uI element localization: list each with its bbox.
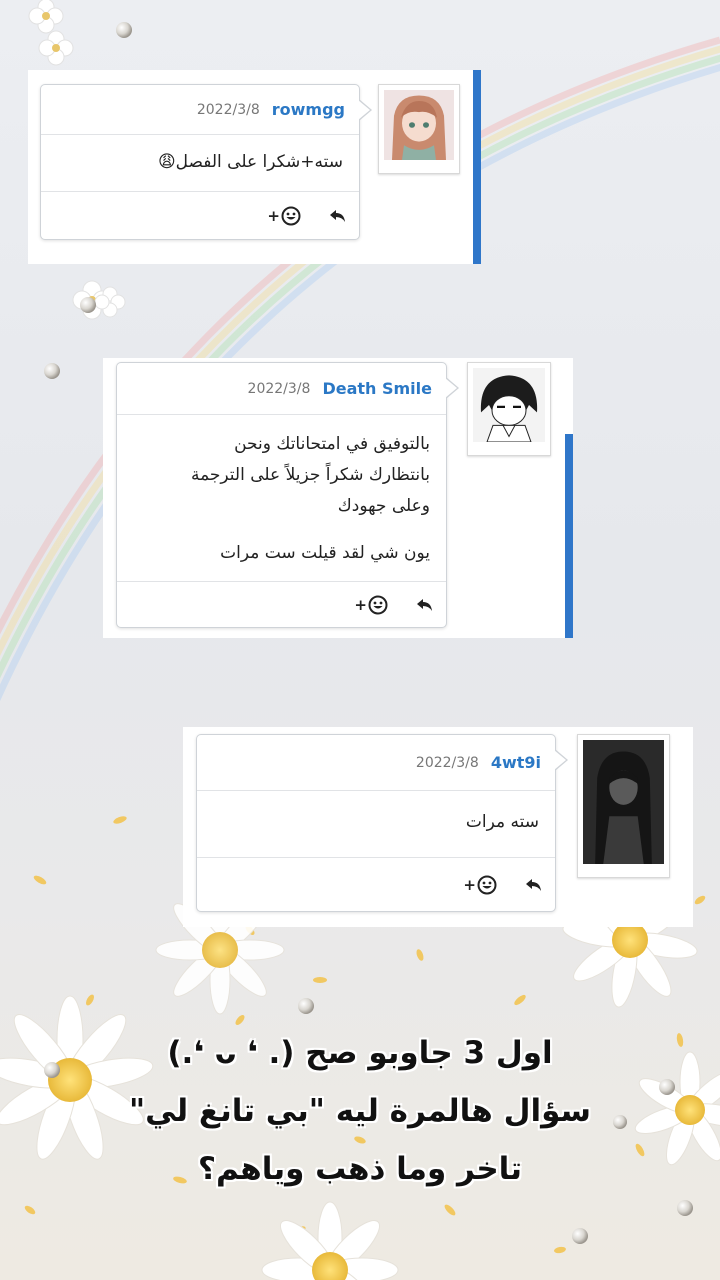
- comment-header: 2022/3/8 Death Smile: [117, 363, 446, 415]
- comment-header: 2022/3/8 4wt9i: [197, 735, 555, 791]
- comment-header: 2022/3/8 rowmgg: [41, 85, 359, 135]
- comment-text-line: سته+شكرا على الفصل😩: [157, 152, 343, 172]
- avatar-frame: [378, 84, 460, 174]
- comment-card-3: 2022/3/8 4wt9i سته مرات +: [196, 734, 568, 912]
- comment-text-line: يون شي لقد قيلت ست مرات: [220, 543, 430, 563]
- card-pointer: [445, 377, 459, 399]
- caption-line-2: سؤال هالمرة ليه "بي تانغ لي": [128, 1093, 592, 1129]
- reply-button[interactable]: [525, 877, 543, 893]
- comment-body: بالتوفيق في امتحاناتك ونحن بانتظارك شكرا…: [117, 415, 446, 581]
- comment-date: 2022/3/8: [247, 380, 311, 397]
- card-pointer: [358, 99, 372, 121]
- add-reaction-icon: [477, 875, 497, 894]
- comment-card-2: 2022/3/8 Death Smile بالتوفيق في امتحانا…: [116, 362, 459, 628]
- comment-actions: +: [117, 581, 446, 627]
- avatar[interactable]: [473, 368, 545, 442]
- reply-button[interactable]: [416, 597, 434, 613]
- caption-line-1: اول 3 جاوبو صح (. ❛ ᴗ ❛.): [167, 1035, 553, 1071]
- reply-icon: [330, 209, 345, 222]
- comment-actions: +: [197, 857, 555, 911]
- comment-username[interactable]: 4wt9i: [491, 753, 541, 772]
- accent-bar: [565, 434, 573, 638]
- comment-date: 2022/3/8: [196, 101, 260, 118]
- reaction-plus: +: [463, 875, 476, 894]
- reply-icon: [417, 598, 432, 611]
- reply-button[interactable]: [329, 208, 347, 224]
- add-reaction-button[interactable]: +: [267, 206, 301, 226]
- reply-icon: [526, 878, 541, 891]
- comment-text-line: وعلى جهودك: [337, 496, 430, 516]
- comment-body: سته+شكرا على الفصل😩: [41, 135, 359, 191]
- question-caption: اول 3 جاوبو صح (. ❛ ᴗ ❛.) سؤال هالمرة لي…: [0, 1024, 720, 1198]
- add-reaction-button[interactable]: +: [463, 875, 497, 895]
- add-reaction-button[interactable]: +: [354, 595, 388, 615]
- comment-text-line: سته مرات: [465, 812, 539, 832]
- comment-date: 2022/3/8: [415, 754, 479, 771]
- comment-text-line: بالتوفيق في امتحاناتك ونحن: [234, 434, 430, 454]
- reaction-plus: +: [354, 595, 367, 614]
- avatar-frame: [467, 362, 551, 456]
- add-reaction-icon: [281, 206, 301, 225]
- card-pointer: [554, 749, 568, 771]
- comment-username[interactable]: rowmgg: [272, 100, 345, 119]
- avatar[interactable]: [384, 90, 454, 160]
- avatar-frame: [577, 734, 670, 878]
- reaction-plus: +: [267, 206, 280, 225]
- add-reaction-icon: [368, 595, 388, 614]
- comment-actions: +: [41, 191, 359, 239]
- accent-bar: [473, 70, 481, 264]
- comment-card-1: 2022/3/8 rowmgg سته+شكرا على الفصل😩 +: [40, 84, 372, 240]
- comment-body: سته مرات: [197, 791, 555, 857]
- comment-username[interactable]: Death Smile: [322, 379, 432, 398]
- caption-line-3: تاخر وما ذهب وياهم؟: [198, 1151, 522, 1187]
- comment-text-line: بانتظارك شكراً جزيلاً على الترجمة: [190, 465, 430, 485]
- avatar[interactable]: [583, 740, 664, 864]
